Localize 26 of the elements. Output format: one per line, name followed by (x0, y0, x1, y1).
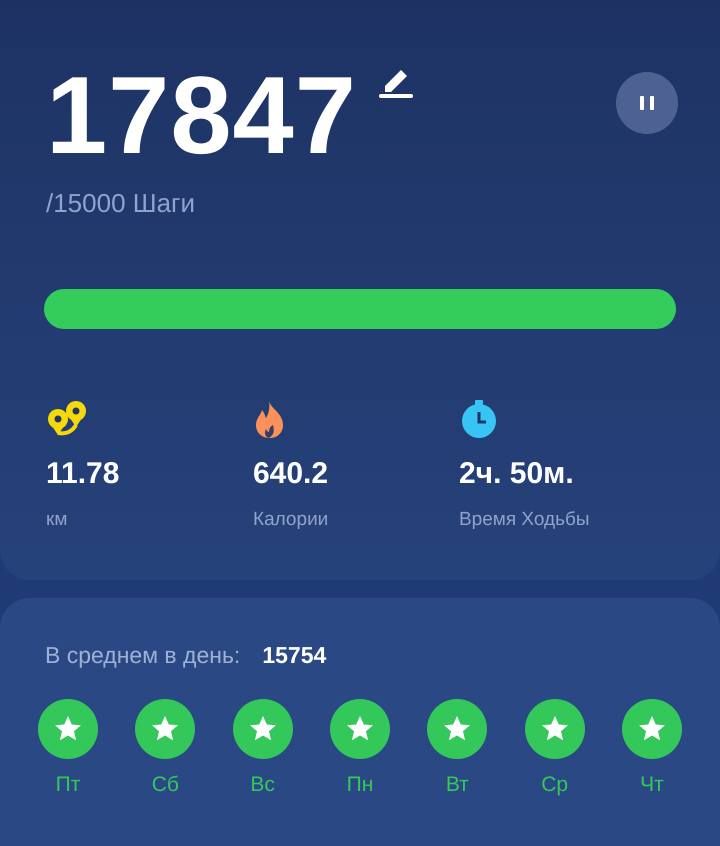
day-label: Пт (56, 773, 80, 797)
stat-value: 2ч. 50м. (459, 457, 574, 491)
step-count: 17847 (46, 60, 357, 172)
pause-icon (637, 93, 657, 113)
stat-value: 640.2 (253, 457, 328, 491)
stat-label: км (46, 509, 68, 531)
star-badge-icon[interactable] (524, 699, 585, 759)
average-value: 15754 (262, 642, 326, 669)
stopwatch-icon (459, 399, 499, 439)
average-label: В среднем в день: (45, 642, 240, 669)
day-label: Вс (250, 773, 275, 797)
day-label: Пн (346, 773, 374, 797)
day-label: Чт (640, 773, 664, 797)
stat-label: Время Ходьбы (459, 509, 590, 531)
day-label: Сб (152, 773, 179, 797)
star-badge-icon[interactable] (427, 699, 488, 759)
star-badge-icon[interactable] (622, 699, 682, 759)
star-badge-icon[interactable] (38, 699, 98, 759)
goal-text: /15000 Шаги (46, 188, 196, 219)
day-label: Ср (541, 773, 568, 797)
star-badge-icon[interactable] (232, 699, 293, 759)
star-badge-icon[interactable] (135, 699, 196, 759)
day-label: Вт (446, 773, 469, 797)
star-badge-icon[interactable] (330, 699, 390, 759)
stat-value: 11.78 (46, 457, 120, 491)
stat-label: Калории (253, 509, 328, 531)
